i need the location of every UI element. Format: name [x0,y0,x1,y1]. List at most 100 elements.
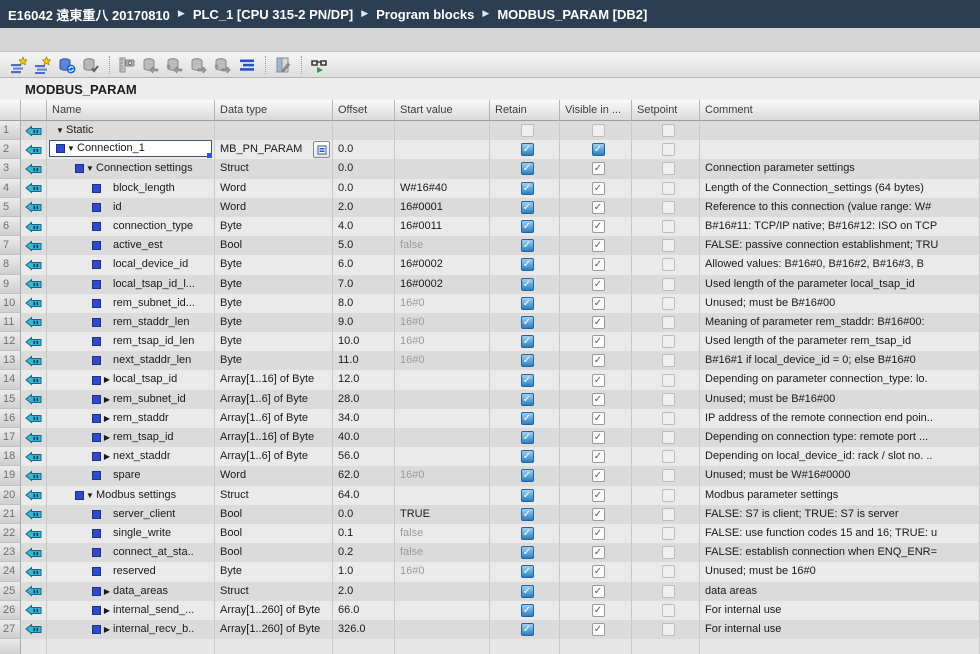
visible-in-hmi-checkbox[interactable]: ✓ [592,297,605,310]
row-number[interactable]: 11 [0,313,21,332]
expand-icon[interactable]: ▶ [101,370,113,389]
offset-cell[interactable]: 56.0 [333,447,395,466]
comment-cell[interactable]: Reference to this connection (value rang… [700,198,980,217]
retain-checkbox[interactable]: ✓ [521,297,534,310]
expand-icon[interactable]: ▶ [101,390,113,409]
visible-in-hmi-checkbox[interactable]: ✓ [592,508,605,521]
visible-in-hmi-checkbox[interactable]: ✓ [592,335,605,348]
datatype-cell[interactable]: Bool [215,505,333,524]
visible-in-hmi-checkbox[interactable]: ✓ [592,527,605,540]
retain-checkbox[interactable]: ✓ [521,201,534,214]
comment-cell[interactable]: B#16#1 if local_device_id = 0; else B#16… [700,351,980,370]
offset-cell[interactable]: 11.0 [333,351,395,370]
start-value-cell[interactable] [395,370,490,389]
row-number[interactable]: 1 [0,121,21,140]
empty-cell[interactable] [632,639,700,654]
start-value-cell[interactable]: false [395,524,490,543]
setpoint-checkbox[interactable] [662,546,675,559]
comment-cell[interactable]: FALSE: use function codes 15 and 16; TRU… [700,524,980,543]
offset-cell[interactable]: 7.0 [333,275,395,294]
visible-in-hmi-checkbox[interactable]: ✓ [592,489,605,502]
visible-in-hmi-checkbox[interactable]: ✓ [592,412,605,425]
column-header-retain[interactable]: Retain [490,100,560,121]
row-number[interactable]: 24 [0,562,21,581]
collapse-icon[interactable]: ▼ [54,121,66,140]
expand-icon[interactable]: ▶ [101,620,113,639]
offset-cell[interactable]: 0.0 [333,505,395,524]
column-header-visible-in[interactable]: Visible in ... [560,100,632,121]
name-cell[interactable]: ▶data_areas [47,582,215,601]
retain-checkbox[interactable]: ✓ [521,354,534,367]
collapse-icon[interactable]: ▼ [84,486,96,505]
name-cell[interactable]: local_device_id [47,255,215,274]
insert-row-button[interactable] [8,54,30,76]
column-header-comment[interactable]: Comment [700,100,980,121]
row-number[interactable]: 12 [0,332,21,351]
datatype-cell[interactable]: Array[1..6] of Byte [215,390,333,409]
row-number[interactable]: 20 [0,486,21,505]
setpoint-checkbox[interactable] [662,585,675,598]
datatype-cell[interactable]: Array[1..16] of Byte [215,428,333,447]
start-value-cell[interactable]: 16#0001 [395,198,490,217]
name-cell[interactable]: ▶rem_staddr [47,409,215,428]
comment-cell[interactable]: B#16#11: TCP/IP native; B#16#12: ISO on … [700,217,980,236]
copy-snapshot-to-start-button[interactable] [140,54,162,76]
setpoint-checkbox[interactable] [662,316,675,329]
row-number[interactable]: 22 [0,524,21,543]
retain-checkbox[interactable]: ✓ [521,374,534,387]
name-cell[interactable]: ▶local_tsap_id [47,370,215,389]
offset-cell[interactable]: 6.0 [333,255,395,274]
start-value-cell[interactable]: TRUE [395,505,490,524]
visible-in-hmi-checkbox[interactable]: ✓ [592,565,605,578]
offset-cell[interactable]: 64.0 [333,486,395,505]
row-number[interactable]: 19 [0,466,21,485]
visible-in-hmi-checkbox[interactable]: ✓ [592,239,605,252]
retain-checkbox[interactable]: ✓ [521,469,534,482]
visible-in-hmi-checkbox[interactable]: ✓ [592,469,605,482]
start-value-cell[interactable] [395,121,490,140]
datatype-cell[interactable]: Array[1..6] of Byte [215,447,333,466]
datatype-cell[interactable]: MB_PN_PARAM [215,140,333,159]
start-value-cell[interactable] [395,140,490,159]
row-number[interactable]: 8 [0,255,21,274]
offset-cell[interactable]: 5.0 [333,236,395,255]
comment-cell[interactable]: Modbus parameter settings [700,486,980,505]
empty-cell[interactable] [215,639,333,654]
comment-cell[interactable]: Connection parameter settings [700,159,980,178]
start-value-cell[interactable]: 16#0 [395,562,490,581]
breadcrumb-item[interactable]: E16042 遠東重八 20170810 [8,5,170,24]
start-value-cell[interactable] [395,601,490,620]
collapse-icon[interactable]: ▼ [65,140,77,158]
visible-in-hmi-checkbox[interactable]: ✓ [592,354,605,367]
start-value-cell[interactable] [395,486,490,505]
row-number[interactable]: 2 [0,140,21,159]
offset-cell[interactable]: 4.0 [333,217,395,236]
datatype-cell[interactable]: Byte [215,332,333,351]
datatype-cell[interactable]: Bool [215,236,333,255]
setpoint-checkbox[interactable] [662,489,675,502]
datatype-cell[interactable]: Byte [215,313,333,332]
retain-checkbox[interactable]: ✓ [521,546,534,559]
start-value-cell[interactable] [395,409,490,428]
comment-cell[interactable]: For internal use [700,601,980,620]
retain-checkbox[interactable]: ✓ [521,431,534,444]
start-value-cell[interactable] [395,428,490,447]
column-header-blank[interactable] [0,100,21,121]
setpoint-checkbox[interactable] [662,278,675,291]
datatype-cell[interactable] [215,121,333,140]
visible-in-hmi-checkbox[interactable]: ✓ [592,374,605,387]
setpoint-checkbox[interactable] [662,258,675,271]
visible-in-hmi-checkbox[interactable]: ✓ [592,162,605,175]
retain-checkbox[interactable]: ✓ [521,623,534,636]
start-value-cell[interactable] [395,159,490,178]
datatype-cell[interactable]: Word [215,466,333,485]
offset-cell[interactable]: 1.0 [333,562,395,581]
comment-cell[interactable]: Used length of the parameter rem_tsap_id [700,332,980,351]
column-header-data-type[interactable]: Data type [215,100,333,121]
row-number[interactable]: 26 [0,601,21,620]
comment-cell[interactable]: Unused; must be B#16#00 [700,390,980,409]
retain-checkbox[interactable]: ✓ [521,162,534,175]
expanded-mode-button[interactable] [236,54,258,76]
name-cell[interactable]: connect_at_sta.. [47,543,215,562]
start-value-cell[interactable]: 16#0 [395,351,490,370]
